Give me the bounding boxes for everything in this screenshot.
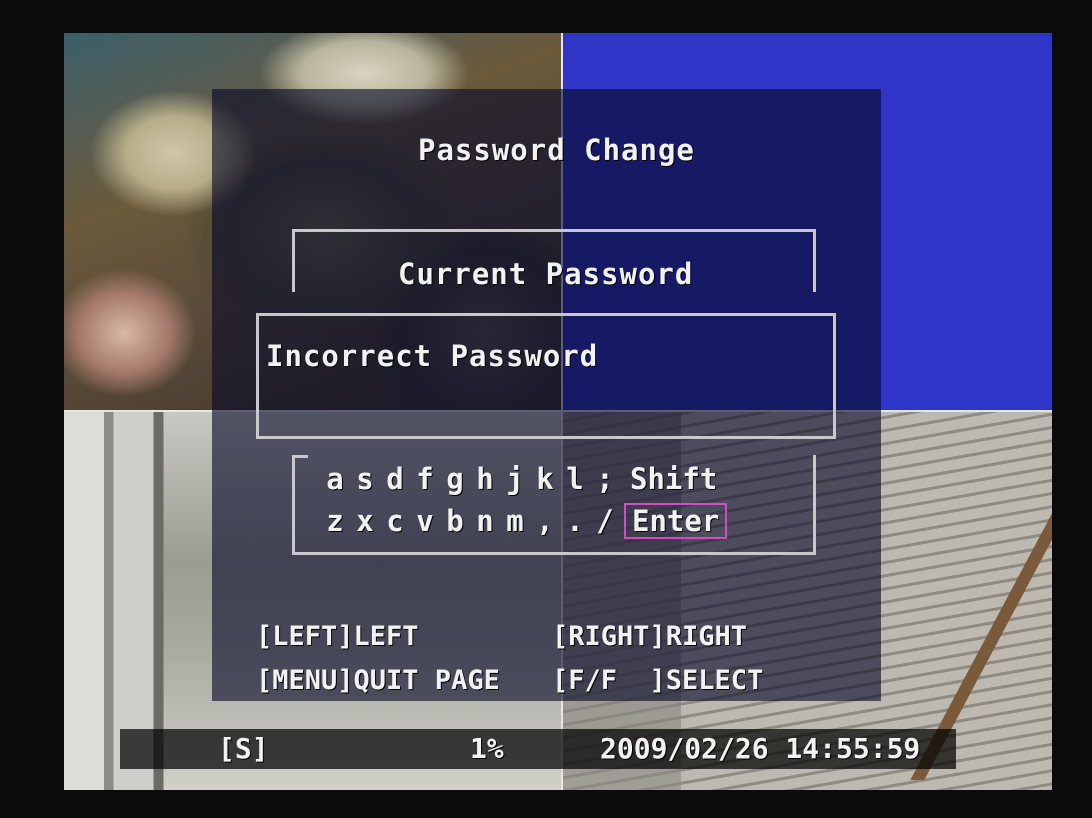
key-comma[interactable]: , — [530, 503, 560, 539]
keyboard-row-2: z x c v b n m , . / Enter — [320, 503, 728, 539]
help-right: [RIGHT]RIGHT — [552, 621, 748, 652]
dialog-title: Password Change — [418, 133, 695, 167]
key-j[interactable]: j — [500, 461, 530, 497]
key-m[interactable]: m — [500, 503, 530, 539]
current-password-label: Current Password — [398, 257, 694, 291]
status-datetime: 2009/02/26 14:55:59 — [600, 732, 921, 765]
password-field-value[interactable]: Incorrect Password — [266, 339, 598, 373]
key-b[interactable]: b — [440, 503, 470, 539]
status-bar: [S] 1% 2009/02/26 14:55:59 — [120, 729, 956, 769]
key-a[interactable]: a — [320, 461, 350, 497]
key-semicolon[interactable]: ; — [590, 461, 620, 497]
help-left: [LEFT]LEFT — [256, 621, 419, 652]
key-x[interactable]: x — [350, 503, 380, 539]
key-c[interactable]: c — [380, 503, 410, 539]
key-h[interactable]: h — [470, 461, 500, 497]
password-field-frame[interactable] — [256, 313, 836, 439]
key-l[interactable]: l — [560, 461, 590, 497]
key-d[interactable]: d — [380, 461, 410, 497]
key-v[interactable]: v — [410, 503, 440, 539]
keyboard-row-1: a s d f g h j k l ; Shift — [320, 461, 721, 497]
key-z[interactable]: z — [320, 503, 350, 539]
help-menu-quit: [MENU]QUIT PAGE — [256, 665, 500, 696]
key-k[interactable]: k — [530, 461, 560, 497]
status-mode: [S] — [218, 732, 269, 765]
key-f[interactable]: f — [410, 461, 440, 497]
help-select: [F/F ]SELECT — [552, 665, 764, 696]
status-disk-usage: 1% — [470, 732, 504, 765]
key-n[interactable]: n — [470, 503, 500, 539]
key-slash[interactable]: / — [590, 503, 620, 539]
key-shift[interactable]: Shift — [626, 461, 721, 497]
dvr-screen: Password Change Current Password Incorre… — [64, 33, 1052, 790]
key-g[interactable]: g — [440, 461, 470, 497]
password-change-dialog: Password Change Current Password Incorre… — [212, 89, 881, 701]
key-s[interactable]: s — [350, 461, 380, 497]
key-period[interactable]: . — [560, 503, 590, 539]
key-enter-selected[interactable]: Enter — [624, 503, 728, 539]
